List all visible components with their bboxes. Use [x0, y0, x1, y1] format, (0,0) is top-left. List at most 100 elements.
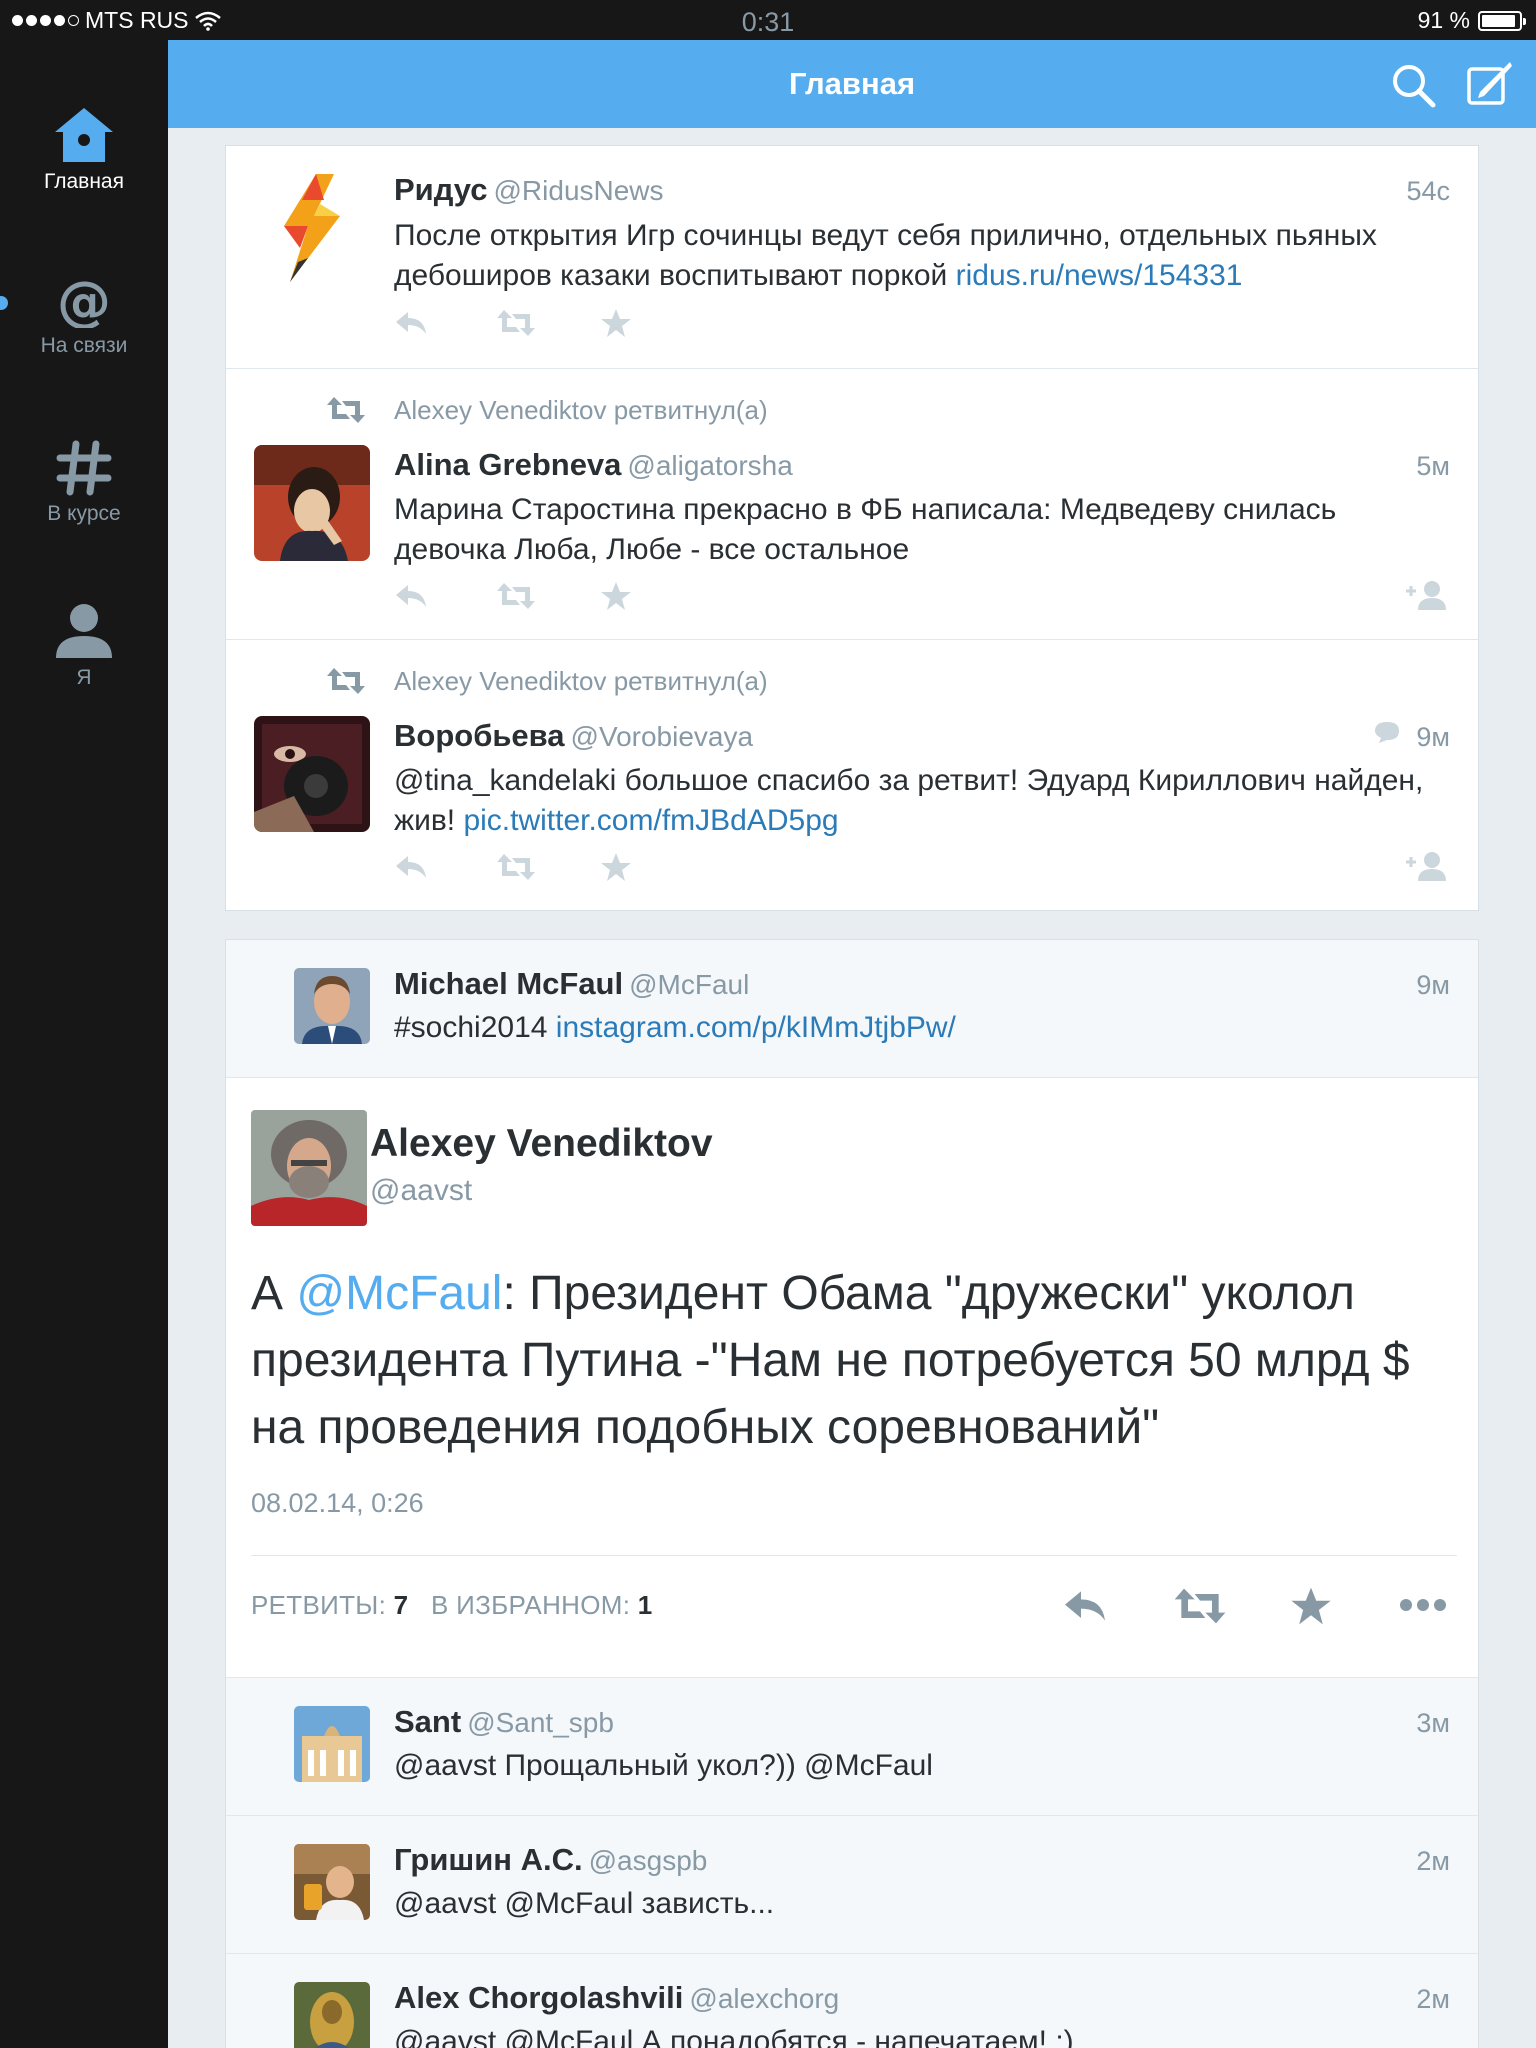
tweet-time: 54с	[1406, 176, 1450, 206]
tweet-item[interactable]: Alexey Venediktov ретвитнул(а) Alina Gre…	[226, 369, 1478, 640]
user-avatar[interactable]	[294, 1982, 370, 2048]
tweet-time: 2м	[1416, 1984, 1450, 2014]
user-avatar[interactable]	[294, 1706, 370, 1782]
tweet-item[interactable]: Ридус @RidusNews 54с После открытия Игр с…	[226, 146, 1478, 369]
sidebar-item-label: В курсе	[47, 502, 121, 525]
tweet-text: #sochi2014 instagram.com/p/kIMmJtjbPw/	[394, 1008, 1454, 1048]
author-handle: @aligatorsha	[627, 450, 793, 481]
parent-tweet[interactable]: Michael McFaul @McFaul 9м #sochi2014 inst…	[226, 940, 1478, 1078]
favorites-count[interactable]: 1	[638, 1590, 653, 1620]
favorite-icon[interactable]	[600, 852, 632, 882]
tweet-text: @aavst @McFaul зависть...	[394, 1887, 775, 1920]
battery-icon	[1478, 10, 1526, 31]
conversation-card: Michael McFaul @McFaul 9м #sochi2014 inst…	[225, 939, 1479, 2048]
author-name[interactable]: Alina Grebneva	[394, 447, 621, 482]
header-bar: Главная	[168, 40, 1536, 128]
user-avatar[interactable]	[294, 968, 370, 1044]
tweet-header: Alina Grebneva @aligatorsha	[394, 447, 793, 483]
tweet-item[interactable]: Alexey Venediktov ретвитнул(а) Воробьева…	[226, 640, 1478, 912]
tweet-text: @aavst @McFaul А понадобятся - напечатае…	[394, 2025, 1074, 2048]
retweet-icon[interactable]	[496, 581, 536, 611]
person-icon	[56, 604, 112, 658]
battery-status: 91 %	[1417, 7, 1526, 34]
author-name[interactable]: Гришин А.С.	[394, 1842, 583, 1877]
author-handle: @RidusNews	[493, 175, 664, 206]
follow-icon[interactable]	[1404, 579, 1448, 611]
author-handle: @alexchorg	[689, 1983, 840, 2014]
author-handle: @aavst	[370, 1174, 473, 1207]
retweet-icon[interactable]	[496, 852, 536, 882]
sidebar-item-connect[interactable]: @ На связи	[0, 276, 168, 358]
user-avatar[interactable]	[294, 1844, 370, 1920]
sidebar-item-label: На связи	[40, 334, 128, 357]
conversation-icon	[1375, 722, 1399, 743]
hashtag-icon	[56, 440, 112, 496]
sidebar-item-discover[interactable]: В курсе	[0, 440, 168, 526]
tweet-link[interactable]: instagram.com/p/kIMmJtjbPw/	[556, 1011, 956, 1044]
tweet-header: Michael McFaul @McFaul	[394, 966, 749, 1002]
sidebar-item-label: Главная	[44, 170, 124, 193]
more-icon[interactable]	[1398, 1594, 1448, 1616]
retweet-icon	[327, 397, 365, 423]
reply-tweet[interactable]: Гришин А.С. @asgspb 2м @aavst @McFaul зав…	[226, 1816, 1478, 1954]
tweet-text: @aavst Прощальный укол?)) @McFaul	[394, 1749, 933, 1782]
ridus-logo-avatar[interactable]	[254, 170, 370, 286]
compose-icon[interactable]	[1466, 60, 1514, 108]
user-avatar[interactable]	[254, 716, 370, 832]
user-avatar[interactable]	[254, 445, 370, 561]
user-avatar[interactable]	[251, 1110, 367, 1226]
author-handle: @asgspb	[588, 1845, 708, 1876]
author-name[interactable]: Michael McFaul	[394, 966, 623, 1001]
author-name[interactable]: Alexey Venediktov	[370, 1122, 713, 1166]
reply-icon[interactable]	[394, 581, 428, 611]
tweet-time: 2м	[1416, 1846, 1450, 1876]
at-icon: @	[57, 276, 111, 328]
follow-icon[interactable]	[1404, 850, 1448, 882]
retweeted-by[interactable]: Alexey Venediktov ретвитнул(а)	[394, 666, 768, 697]
author-handle: @McFaul	[629, 969, 750, 1000]
reply-tweet[interactable]: Sant @Sant_spb 3м @aavst Прощальный укол?…	[226, 1678, 1478, 1816]
tweet-text-prefix: А	[251, 1267, 297, 1320]
tweet-link[interactable]: ridus.ru/news/154331	[956, 259, 1243, 292]
tweet-link[interactable]: pic.twitter.com/fmJBdAD5pg	[463, 804, 838, 837]
search-icon[interactable]	[1390, 62, 1436, 108]
author-name[interactable]: Alex Chorgolashvili	[394, 1980, 683, 2015]
retweet-icon[interactable]	[496, 308, 536, 338]
sidebar-item-me[interactable]: Я	[0, 602, 168, 690]
tweet-text: А @McFaul: Президент Обама "дружески" ук…	[251, 1260, 1461, 1461]
reply-icon[interactable]	[394, 852, 428, 882]
favorite-icon[interactable]	[1290, 1586, 1332, 1626]
retweets-count[interactable]: 7	[394, 1590, 409, 1620]
detail-tweet: Alexey Venediktov @aavst А @McFaul: През…	[226, 1078, 1478, 1678]
tweet-header: Воробьева @Vorobievaya	[394, 718, 753, 754]
timeline-card: Ридус @RidusNews 54с После открытия Игр с…	[225, 145, 1479, 911]
retweets-label[interactable]: РЕТВИТЫ:	[251, 1590, 386, 1620]
clock: 0:31	[741, 7, 795, 37]
status-bar: MTS RUS 0:31 91 %	[0, 0, 1536, 40]
favorite-icon[interactable]	[600, 308, 632, 338]
mention-link[interactable]: @McFaul	[296, 1267, 502, 1320]
sidebar: Главная @ На связи В курсе Я	[0, 40, 168, 2048]
sidebar-item-home[interactable]: Главная	[0, 106, 168, 194]
retweet-icon[interactable]	[1172, 1586, 1228, 1626]
reply-icon[interactable]	[1062, 1586, 1108, 1626]
tweet-time: 9м	[1416, 722, 1450, 752]
home-icon	[55, 108, 113, 162]
page-title: Главная	[788, 66, 916, 101]
divider	[251, 1555, 1457, 1556]
sidebar-item-label: Я	[76, 666, 92, 689]
battery-percent: 91 %	[1417, 7, 1470, 33]
favorites-label[interactable]: В ИЗБРАННОМ:	[431, 1590, 630, 1620]
retweeted-by[interactable]: Alexey Venediktov ретвитнул(а)	[394, 395, 768, 426]
author-name[interactable]: Sant	[394, 1704, 461, 1739]
reply-tweet[interactable]: Alex Chorgolashvili @alexchorg 2м @aavst …	[226, 1954, 1478, 2048]
tweet-text: @tina_kandelaki большое спасибо за ретви…	[394, 761, 1454, 841]
tweet-header: Гришин А.С. @asgspb	[394, 1842, 707, 1878]
tweet-header: Ридус @RidusNews	[394, 172, 664, 208]
tweet-time: 5м	[1416, 451, 1450, 481]
main-panel: Главная Ридус @RidusNews 54с После откры…	[168, 40, 1536, 2048]
reply-icon[interactable]	[394, 308, 428, 338]
favorite-icon[interactable]	[600, 581, 632, 611]
author-name[interactable]: Ридус	[394, 172, 488, 207]
author-name[interactable]: Воробьева	[394, 718, 565, 753]
